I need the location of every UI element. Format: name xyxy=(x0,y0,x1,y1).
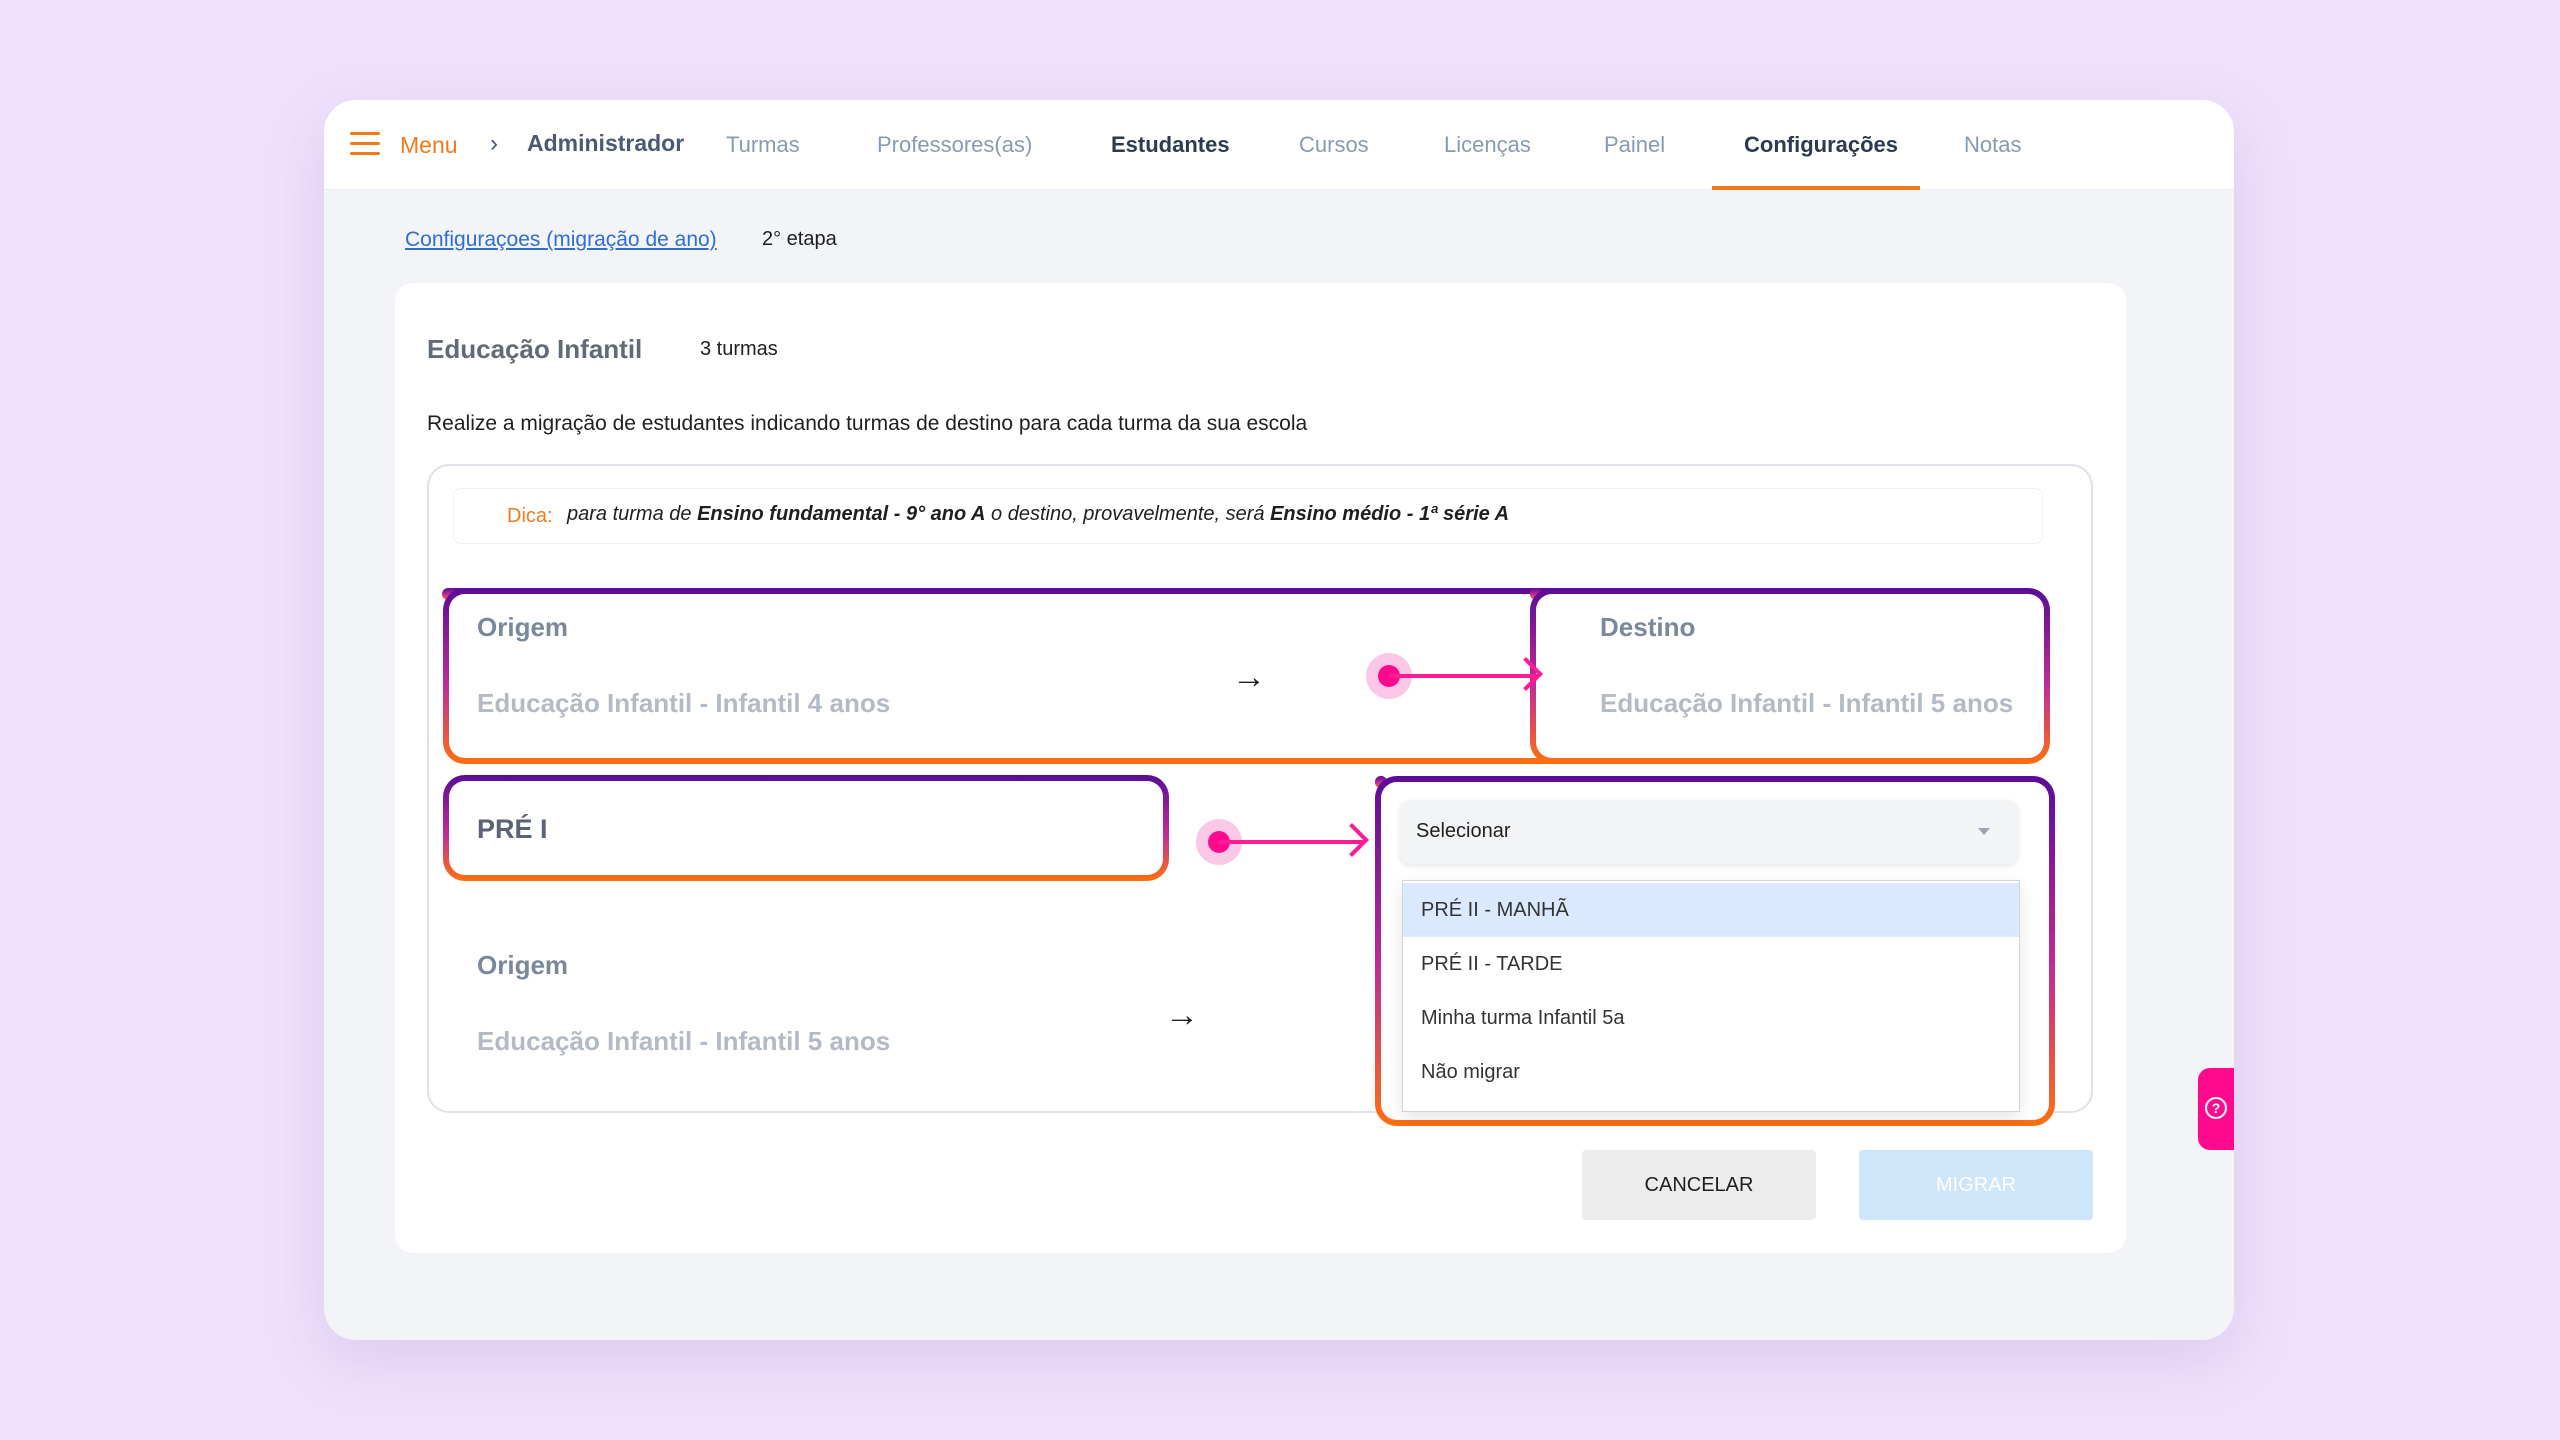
tip-label: Dica: xyxy=(507,505,553,527)
option-minha-turma[interactable]: Minha turma Infantil 5a xyxy=(1403,991,2019,1045)
select-options-menu: PRÉ II - MANHÃ PRÉ II - TARDE Minha turm… xyxy=(1402,880,2020,1112)
origin-to-destination-connector xyxy=(1366,653,1543,699)
tip-text: para turma de Ensino fundamental - 9° an… xyxy=(567,503,1510,525)
select-value: Selecionar xyxy=(1416,820,1511,842)
arrow-right-icon: → xyxy=(1165,996,1199,1034)
origin-value: Educação Infantil - Infantil 4 anos xyxy=(477,688,891,718)
question-icon: ? xyxy=(2205,1097,2227,1119)
destination-select[interactable]: Selecionar xyxy=(1400,800,2018,864)
destination-value: Educação Infantil - Infantil 5 anos xyxy=(1600,688,2014,718)
breadcrumb-administrator[interactable]: Administrador xyxy=(527,130,684,157)
migrate-button[interactable]: MIGRAR xyxy=(1859,1150,2093,1220)
class-to-select-connector xyxy=(1196,819,1372,865)
nav-item-cursos[interactable]: Cursos xyxy=(1299,132,1369,158)
menu-button[interactable]: Menu xyxy=(400,132,458,159)
row3-origin-value: Educação Infantil - Infantil 5 anos xyxy=(477,1026,891,1056)
breadcrumb-link[interactable]: Configuraçoes (migração de ano) xyxy=(405,228,717,252)
breadcrumb-step: 2° etapa xyxy=(762,228,837,250)
destination-title: Destino xyxy=(1600,612,1696,642)
help-button[interactable]: ? xyxy=(2198,1068,2234,1150)
arrow-right-icon: → xyxy=(1232,658,1266,696)
tip-banner: Dica: para turma de Ensino fundamental -… xyxy=(453,488,2043,544)
origin-class-box xyxy=(443,775,1169,881)
option-nao-migrar[interactable]: Não migrar xyxy=(1403,1045,2019,1099)
hamburger-menu-icon[interactable] xyxy=(350,132,380,156)
class-count: 3 turmas xyxy=(700,338,778,360)
origin-class-name: PRÉ I xyxy=(477,814,548,844)
caret-down-icon xyxy=(1978,828,1990,835)
nav-item-estudantes[interactable]: Estudantes xyxy=(1111,132,1230,158)
cancel-button[interactable]: CANCELAR xyxy=(1582,1150,1816,1220)
origin-title: Origem xyxy=(477,612,569,642)
nav-item-notas[interactable]: Notas xyxy=(1964,132,2021,158)
row3-origin-title: Origem xyxy=(477,950,569,980)
section-description: Realize a migração de estudantes indican… xyxy=(427,412,1308,435)
nav-item-licencas[interactable]: Licenças xyxy=(1444,132,1531,158)
option-pre-ii-manha[interactable]: PRÉ II - MANHÃ xyxy=(1403,883,2019,937)
active-tab-indicator xyxy=(1712,186,1920,190)
nav-item-turmas[interactable]: Turmas xyxy=(726,132,800,158)
nav-item-painel[interactable]: Painel xyxy=(1604,132,1665,158)
option-pre-ii-tarde[interactable]: PRÉ II - TARDE xyxy=(1403,937,2019,991)
section-title: Educação Infantil xyxy=(427,334,643,364)
chevron-right-icon: › xyxy=(490,130,498,157)
nav-item-professores[interactable]: Professores(as) xyxy=(877,132,1032,158)
nav-item-configuracoes[interactable]: Configurações xyxy=(1744,132,1898,158)
top-navigation: Menu › Administrador Turmas Professores(… xyxy=(324,100,2234,190)
